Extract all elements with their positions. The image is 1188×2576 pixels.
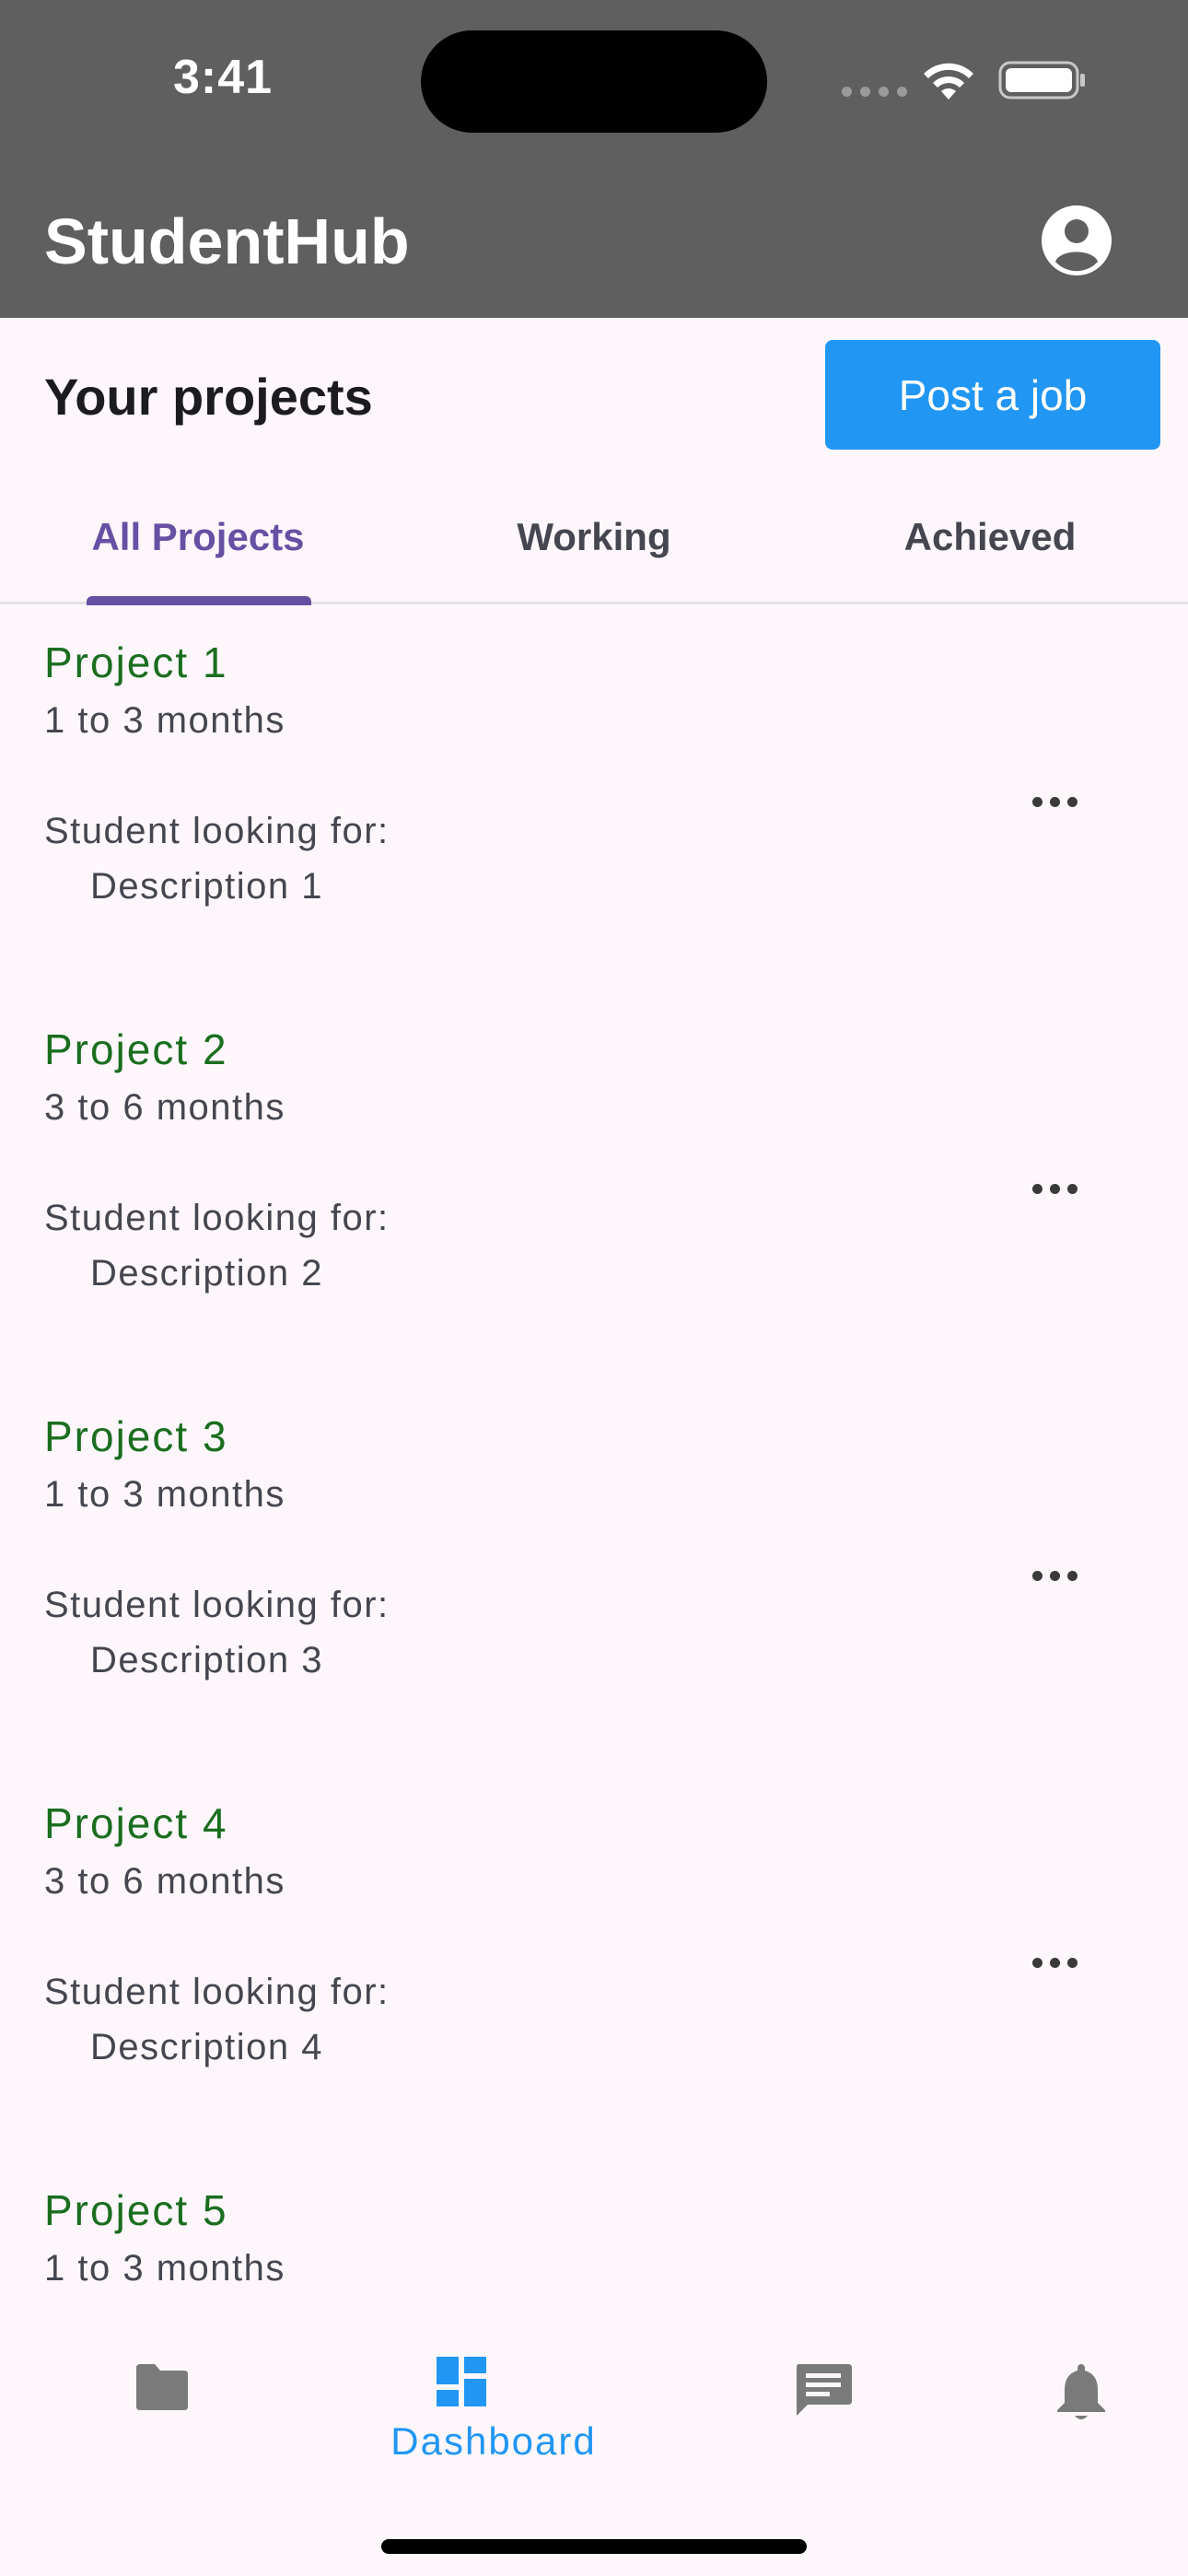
active-tab-indicator <box>87 596 311 605</box>
battery-icon <box>998 61 1085 100</box>
nav-dashboard-label: Dashboard <box>390 2419 597 2463</box>
project-looking-for-label: Student looking for: <box>44 1972 390 2012</box>
more-options-icon[interactable] <box>1013 1548 1096 1603</box>
project-duration: 3 to 6 months <box>44 1087 285 1128</box>
wifi-icon <box>924 63 973 100</box>
project-card[interactable]: Project 4 3 to 6 months Student looking … <box>0 1769 1188 2156</box>
project-duration: 1 to 3 months <box>44 1474 285 1515</box>
screen: 3:41 StudentHub Your projects Post a job… <box>0 0 1188 2576</box>
project-description: Description 4 <box>90 2027 323 2067</box>
project-looking-for-label: Student looking for: <box>44 811 390 851</box>
nav-projects[interactable] <box>70 2348 254 2495</box>
nav-notifications[interactable] <box>993 2348 1177 2495</box>
project-tabs: All Projects Working Achieved <box>0 470 1188 605</box>
tab-all-projects[interactable]: All Projects <box>0 470 396 604</box>
project-duration: 1 to 3 months <box>44 700 285 741</box>
project-title: Project 4 <box>44 1799 228 1847</box>
project-card[interactable]: Project 5 1 to 3 months <box>0 2156 1188 2320</box>
tab-working[interactable]: Working <box>396 470 792 604</box>
account-circle-icon[interactable] <box>1040 204 1113 277</box>
message-icon <box>797 2364 852 2416</box>
dynamic-island <box>421 30 767 133</box>
project-duration: 1 to 3 months <box>44 2248 285 2289</box>
project-looking-for-label: Student looking for: <box>44 1198 390 1238</box>
project-card[interactable]: Project 3 1 to 3 months Student looking … <box>0 1382 1188 1769</box>
app-bar: 3:41 StudentHub <box>0 0 1188 318</box>
bell-icon <box>1057 2364 1105 2419</box>
more-options-icon[interactable] <box>1013 774 1096 829</box>
page-title: Your projects <box>44 368 373 426</box>
project-title: Project 5 <box>44 2186 228 2234</box>
tab-achieved[interactable]: Achieved <box>792 470 1188 604</box>
project-list[interactable]: Project 1 1 to 3 months Student looking … <box>0 608 1188 2320</box>
project-title: Project 2 <box>44 1025 228 1073</box>
nav-messages[interactable] <box>730 2348 914 2495</box>
home-indicator <box>381 2539 807 2554</box>
bottom-navigation: Dashboard <box>0 2320 1188 2576</box>
status-time: 3:41 <box>173 51 274 104</box>
more-options-icon[interactable] <box>1013 1935 1096 1990</box>
project-description: Description 1 <box>90 866 323 907</box>
app-title: StudentHub <box>44 205 410 277</box>
project-title: Project 1 <box>44 638 228 686</box>
project-description: Description 2 <box>90 1253 323 1294</box>
project-duration: 3 to 6 months <box>44 1861 285 1902</box>
dashboard-icon <box>437 2357 486 2406</box>
project-card[interactable]: Project 1 1 to 3 months Student looking … <box>0 608 1188 995</box>
folder-icon <box>136 2364 188 2410</box>
cellular-signal-icon <box>842 87 907 97</box>
project-card[interactable]: Project 2 3 to 6 months Student looking … <box>0 995 1188 1382</box>
project-looking-for-label: Student looking for: <box>44 1585 390 1625</box>
project-description: Description 3 <box>90 1640 323 1680</box>
more-options-icon[interactable] <box>1013 1161 1096 1216</box>
project-title: Project 3 <box>44 1412 228 1460</box>
nav-dashboard[interactable]: Dashboard <box>390 2348 641 2495</box>
post-job-button[interactable]: Post a job <box>825 340 1160 450</box>
